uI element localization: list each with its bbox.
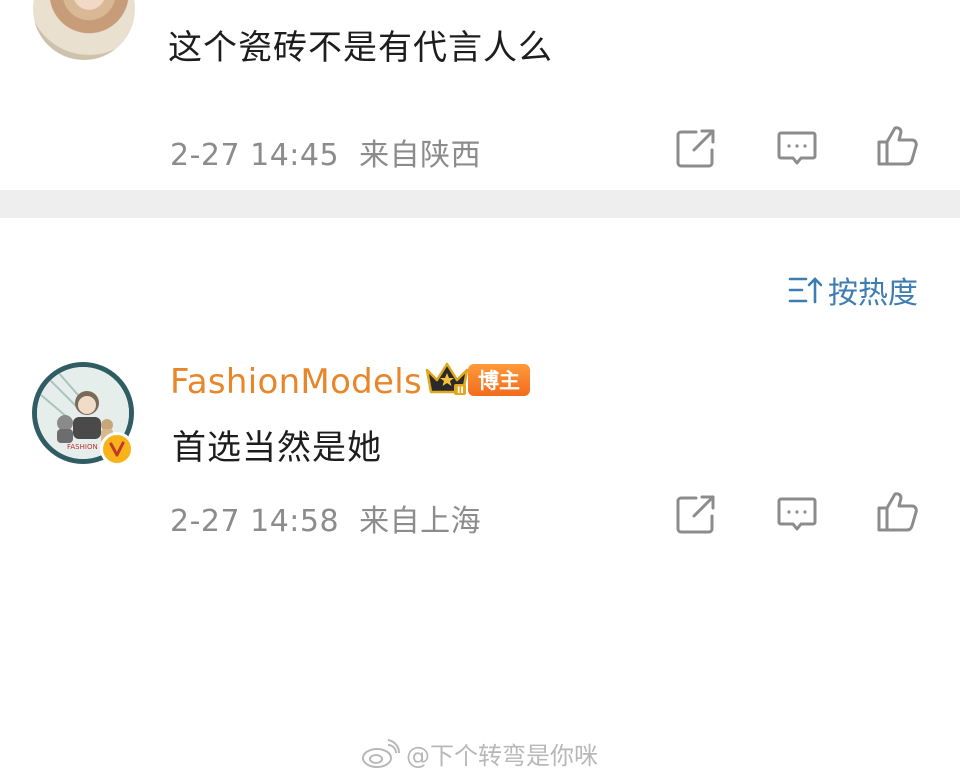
- comment-meta: 2-27 14:58 来自上海: [170, 496, 481, 540]
- comment-time: 2-27 14:58: [170, 504, 340, 539]
- svg-text:FASHION: FASHION: [67, 443, 98, 451]
- username[interactable]: FashionModels: [170, 362, 422, 402]
- like-icon[interactable]: [874, 488, 922, 536]
- section-divider: [0, 190, 960, 218]
- crown-level-icon: II: [424, 360, 470, 398]
- sort-by-hot-button[interactable]: 按热度: [788, 268, 918, 312]
- sort-label: 按热度: [828, 276, 918, 311]
- comment-text: 这个瓷砖不是有代言人么: [168, 28, 553, 68]
- comment-text: 首选当然是她: [172, 428, 382, 468]
- role-badge: 博主: [468, 364, 530, 396]
- comment-location: 来自陕西: [359, 138, 482, 173]
- verified-v-icon: [100, 432, 134, 466]
- share-icon[interactable]: [672, 490, 720, 538]
- watermark-text: @下个转弯是你咪: [406, 742, 598, 770]
- like-icon[interactable]: [874, 122, 922, 170]
- comment-icon[interactable]: [773, 124, 821, 172]
- svg-text:II: II: [457, 386, 464, 396]
- comment-location: 来自上海: [359, 504, 482, 539]
- share-icon[interactable]: [672, 124, 720, 172]
- comment-icon[interactable]: [773, 490, 821, 538]
- comment-meta: 2-27 14:45 来自陕西: [170, 130, 481, 174]
- user-avatar[interactable]: [33, 0, 135, 60]
- watermark: @下个转弯是你咪: [360, 736, 598, 771]
- sort-icon: [788, 275, 822, 305]
- comment-time: 2-27 14:45: [170, 138, 340, 173]
- weibo-logo-icon: [360, 738, 400, 769]
